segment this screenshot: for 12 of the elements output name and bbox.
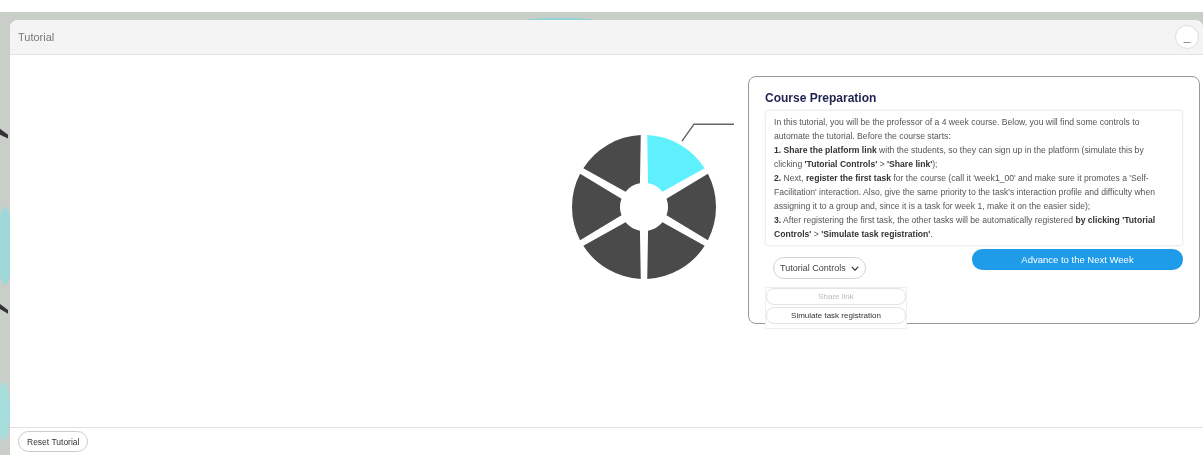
reset-tutorial-button[interactable]: Reset Tutorial: [18, 431, 89, 452]
tutorial-controls-dropdown[interactable]: Tutorial Controls: [773, 257, 866, 279]
instruction-text: 2. Next, register the first task for the course (call it 'week1_00' and make sure it promotes a 'Self-Facilitation' interaction. Also, give the same priority to the task's interaction profile and difficulty when assigning it to a group and, since it is a task for week 1, make it on the easier side);: [774, 172, 1156, 213]
leader-line: [681, 123, 734, 142]
menu-item[interactable]: Simulate task registration: [766, 307, 906, 324]
window-title: Tutorial: [18, 31, 55, 43]
chevron-down-icon: [850, 265, 859, 271]
instruction-text: In this tutorial, you will be the professor of a 4 week course. Below, you will find some controls to automate the tutorial. Before the course starts:: [774, 116, 1141, 143]
card-title: Course Preparation: [765, 91, 878, 105]
instruction-text: 1. Share the platform link with the students, so they can sign up in the platform (simulate this by clicking 'Tutorial Controls' > 'Share link');: [774, 144, 1145, 171]
minimize-button[interactable]: _: [1175, 25, 1199, 49]
instruction-text: 3. After registering the first task, the other tasks will be automatically registered by clicking 'Tutorial Controls' > 'Simulate task registration'.: [774, 214, 1157, 241]
